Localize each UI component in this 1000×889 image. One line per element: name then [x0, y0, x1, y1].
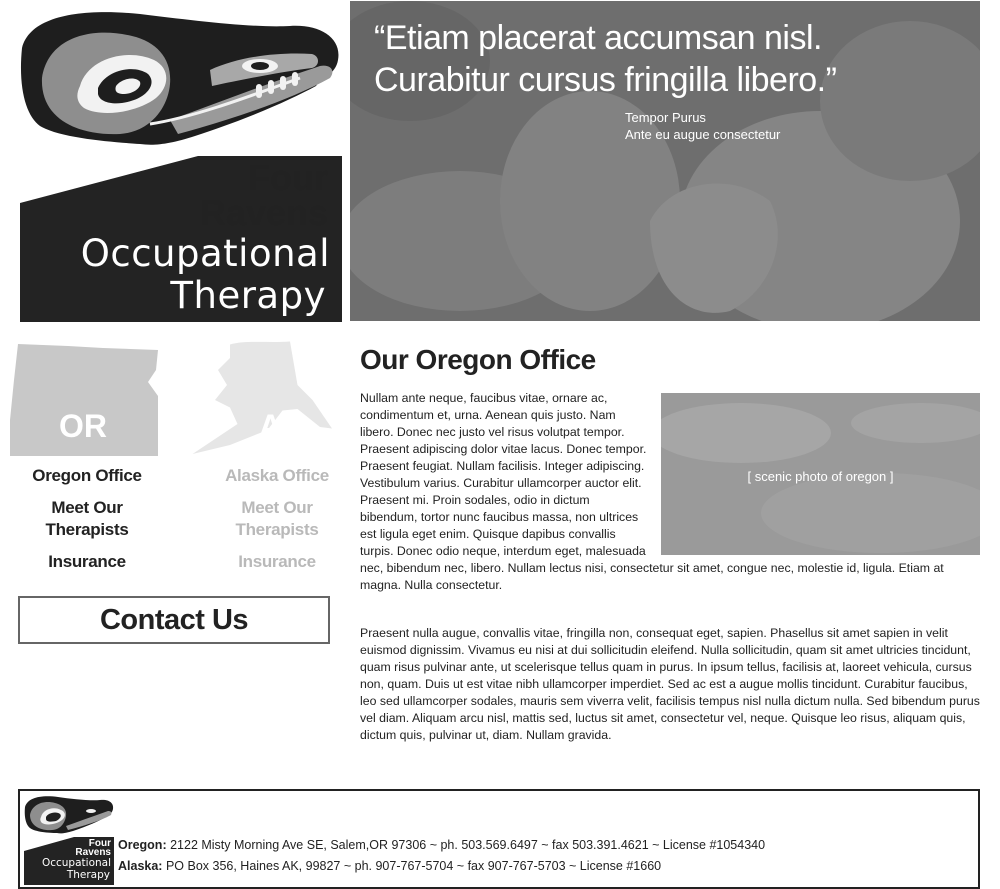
footer-alaska-text: PO Box 356, Haines AK, 99827 ~ ph. 907-7…	[162, 859, 662, 873]
logo-text-occupational: Occupational	[80, 232, 330, 275]
alaska-insurance-link[interactable]: Insurance	[192, 552, 362, 572]
page-title: Our Oregon Office	[360, 344, 596, 375]
hero-attribution-title: Ante eu augue consectetur	[625, 127, 781, 142]
scenic-photo: [ scenic photo of oregon ]	[661, 393, 980, 555]
logo-text-four: Four	[248, 157, 328, 198]
hero-quote-line2: Curabitur cursus fringilla libero.”	[374, 61, 837, 99]
oregon-therapists-line1: Meet Our	[51, 498, 123, 517]
body-paragraph-2: Praesent nulla augue, convallis vitae, f…	[360, 626, 980, 742]
footer-logo[interactable]: Four Ravens Occupational Therapy	[24, 795, 114, 885]
footer-alaska-address: Alaska: PO Box 356, Haines AK, 99827 ~ p…	[118, 859, 661, 873]
oregon-office-link[interactable]: Oregon Office	[2, 466, 172, 486]
footer-oregon-label: Oregon:	[118, 838, 167, 852]
alaska-therapists-line1: Meet Our	[241, 498, 313, 517]
hero-banner: “Etiam placerat accumsan nisl. Curabitur…	[350, 1, 980, 321]
oregon-insurance-link[interactable]: Insurance	[2, 552, 172, 572]
logo-text-therapy: Therapy	[170, 274, 326, 317]
alaska-office-link[interactable]: Alaska Office	[192, 466, 362, 486]
hero-attribution: Tempor Purus Ante eu augue consectetur	[625, 109, 780, 143]
hero-quote-line1: “Etiam placerat accumsan nisl.	[374, 19, 822, 57]
alaska-therapists-link[interactable]: Meet Our Therapists	[192, 497, 362, 541]
footer-alaska-label: Alaska:	[118, 859, 163, 873]
footer-logo-therapy: Therapy	[66, 869, 110, 881]
oregon-therapists-link[interactable]: Meet Our Therapists	[2, 497, 172, 541]
footer-oregon-address: Oregon: 2122 Misty Morning Ave SE, Salem…	[118, 838, 765, 852]
alaska-state-code: AK	[258, 408, 306, 444]
footer-logo-occupational: Occupational	[41, 857, 111, 869]
photo-caption: [ scenic photo of oregon ]	[747, 469, 894, 484]
hero-quote: “Etiam placerat accumsan nisl. Curabitur…	[374, 17, 837, 101]
site-footer: Four Ravens Occupational Therapy Oregon:…	[18, 789, 980, 889]
hero-attribution-name: Tempor Purus	[625, 110, 706, 125]
logo-text-ravens: Ravens	[199, 192, 328, 233]
alaska-therapists-line2: Therapists	[235, 520, 319, 539]
contact-us-button[interactable]: Contact Us	[18, 596, 330, 644]
oregon-state-code: OR	[59, 408, 107, 444]
site-logo[interactable]: Four Ravens Occupational Therapy	[20, 8, 342, 322]
oregon-map-button[interactable]: OR	[8, 340, 158, 460]
alaska-map-button[interactable]: AK	[160, 340, 360, 460]
footer-oregon-text: 2122 Misty Morning Ave SE, Salem,OR 9730…	[166, 838, 766, 852]
oregon-therapists-line2: Therapists	[45, 520, 129, 539]
